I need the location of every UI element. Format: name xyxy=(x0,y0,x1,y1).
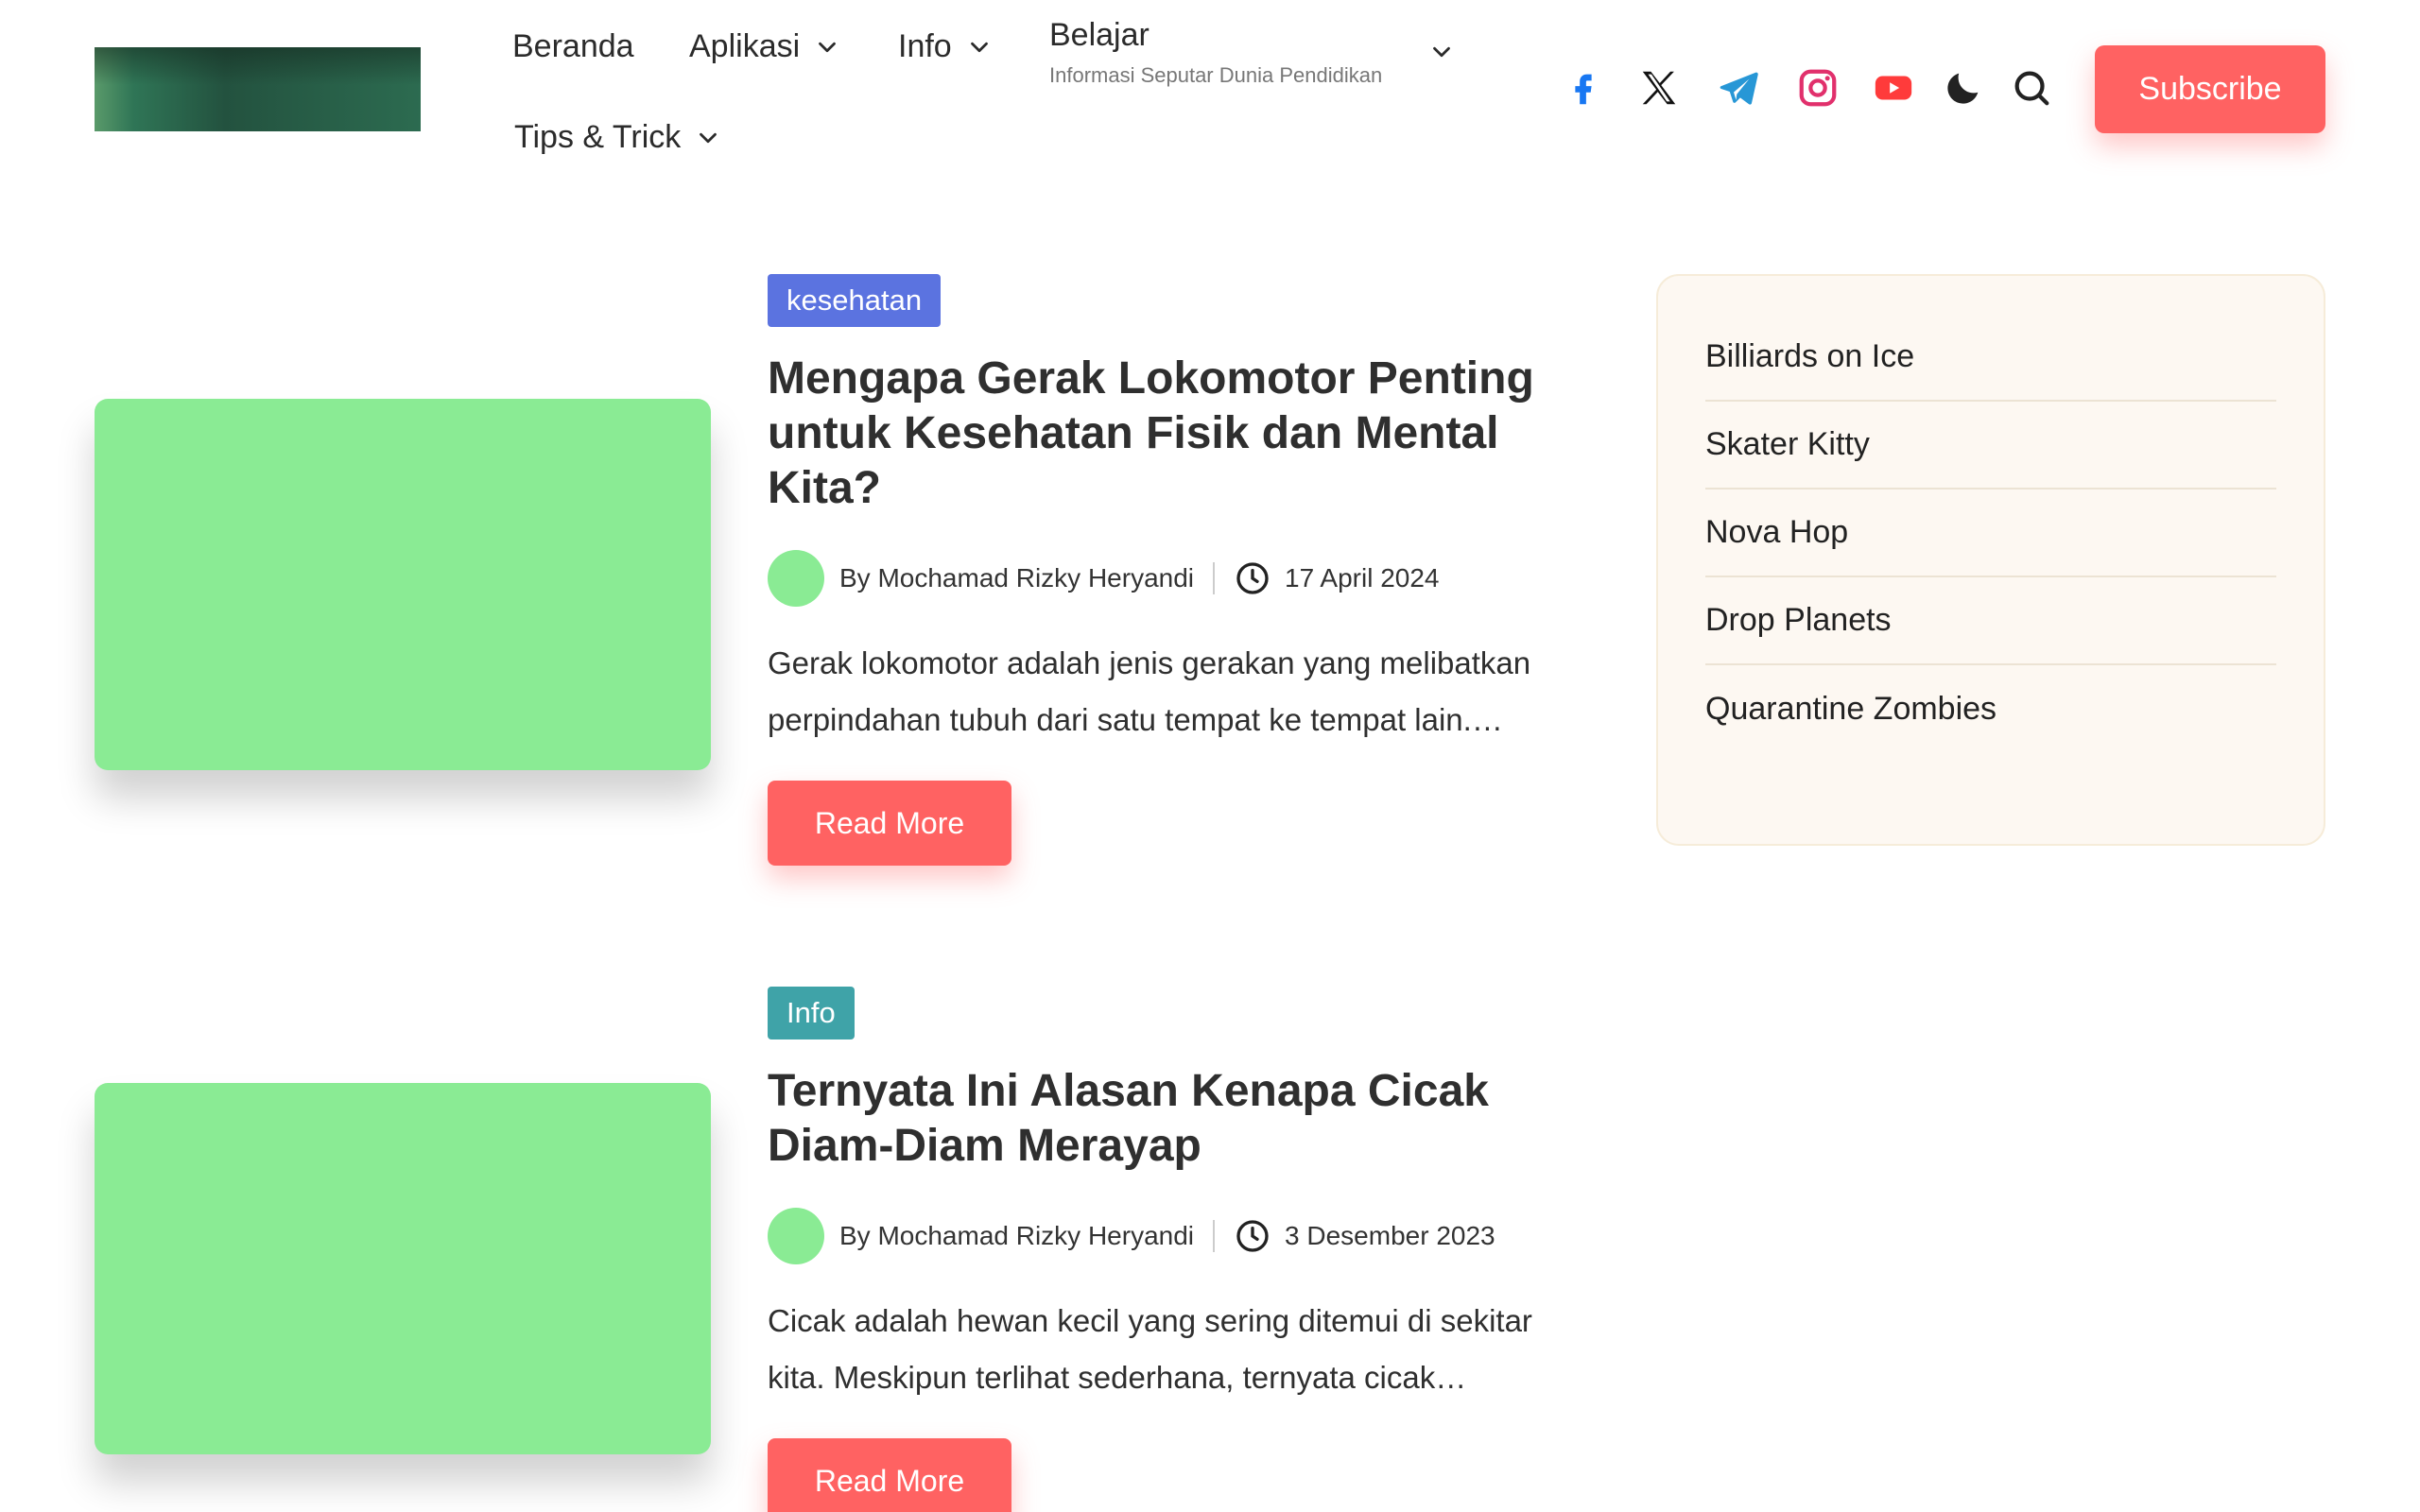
search-icon[interactable] xyxy=(2010,66,2053,110)
sidebar-item-label: Billiards on Ice xyxy=(1705,338,1915,374)
sidebar-item-quarantine-zombies[interactable]: Quarantine Zombies xyxy=(1705,665,2276,753)
nav-belajar-subtitle: Informasi Seputar Dunia Pendidikan xyxy=(1049,63,1383,87)
category-badge[interactable]: Info xyxy=(768,987,855,1040)
nav-info[interactable]: Info xyxy=(898,28,994,65)
avatar[interactable] xyxy=(768,1208,824,1264)
nav-aplikasi-label: Aplikasi xyxy=(689,28,801,64)
chevron-down-icon xyxy=(819,42,837,52)
sidebar-item-billiards-on-ice[interactable]: Billiards on Ice xyxy=(1705,314,2276,402)
subscribe-button[interactable]: Subscribe xyxy=(2095,45,2325,133)
sidebar-item-skater-kitty[interactable]: Skater Kitty xyxy=(1705,402,2276,490)
sidebar-item-label: Skater Kitty xyxy=(1705,426,1870,462)
sidebar-widget: Billiards on Ice Skater Kitty Nova Hop D… xyxy=(1656,274,2325,846)
post-excerpt: Gerak lokomotor adalah jenis gerakan yan… xyxy=(768,645,1531,737)
chevron-down-icon xyxy=(1433,46,1450,58)
read-more-button[interactable]: Read More xyxy=(768,781,1011,866)
site-logo[interactable] xyxy=(95,47,421,131)
youtube-icon[interactable] xyxy=(1872,66,1915,110)
post-excerpt: Cicak adalah hewan kecil yang sering dit… xyxy=(768,1303,1532,1395)
clock-icon xyxy=(1236,562,1269,594)
nav-beranda-label: Beranda xyxy=(512,28,634,64)
moon-icon[interactable] xyxy=(1942,66,1985,110)
x-icon[interactable] xyxy=(1637,66,1681,110)
category-badge[interactable]: kesehatan xyxy=(768,274,942,327)
post-author[interactable]: By Mochamad Rizky Heryandi xyxy=(839,563,1194,593)
post-thumbnail[interactable] xyxy=(95,399,711,770)
read-more-button[interactable]: Read More xyxy=(768,1438,1011,1512)
sidebar-item-nova-hop[interactable]: Nova Hop xyxy=(1705,490,2276,577)
meta-divider xyxy=(1213,1220,1216,1252)
post-title[interactable]: Mengapa Gerak Lokomotor Penting untuk Ke… xyxy=(768,352,1581,516)
facebook-icon[interactable] xyxy=(1562,66,1605,110)
instagram-icon[interactable] xyxy=(1796,66,1840,110)
nav-beranda[interactable]: Beranda xyxy=(512,28,634,65)
post-date: 3 Desember 2023 xyxy=(1285,1221,1495,1250)
post-thumbnail[interactable] xyxy=(95,1083,711,1454)
sidebar-item-drop-planets[interactable]: Drop Planets xyxy=(1705,577,2276,665)
avatar[interactable] xyxy=(768,550,824,607)
nav-belajar-label: Belajar xyxy=(1049,17,1150,53)
post-author[interactable]: By Mochamad Rizky Heryandi xyxy=(839,1221,1194,1251)
meta-divider xyxy=(1213,562,1216,594)
chevron-down-icon xyxy=(970,42,988,52)
nav-info-label: Info xyxy=(898,28,952,64)
post-meta: By Mochamad Rizky Heryandi 3 Desember 20… xyxy=(768,1208,1495,1264)
clock-icon xyxy=(1236,1220,1269,1252)
nav-tips-trick-label: Tips & Trick xyxy=(514,119,682,155)
sidebar-item-label: Drop Planets xyxy=(1705,602,1892,638)
telegram-icon[interactable] xyxy=(1717,66,1760,110)
sidebar-item-label: Quarantine Zombies xyxy=(1705,691,1997,727)
chevron-down-icon xyxy=(700,132,717,143)
nav-aplikasi[interactable]: Aplikasi xyxy=(689,28,841,65)
post-meta: By Mochamad Rizky Heryandi 17 April 2024 xyxy=(768,550,1440,607)
post-title[interactable]: Ternyata Ini Alasan Kenapa Cicak Diam-Di… xyxy=(768,1064,1581,1174)
sidebar-item-label: Nova Hop xyxy=(1705,514,1849,550)
nav-tips-trick[interactable]: Tips & Trick xyxy=(514,119,722,156)
post-date: 17 April 2024 xyxy=(1285,563,1440,593)
nav-belajar[interactable]: Belajar Informasi Seputar Dunia Pendidik… xyxy=(1049,17,1456,88)
